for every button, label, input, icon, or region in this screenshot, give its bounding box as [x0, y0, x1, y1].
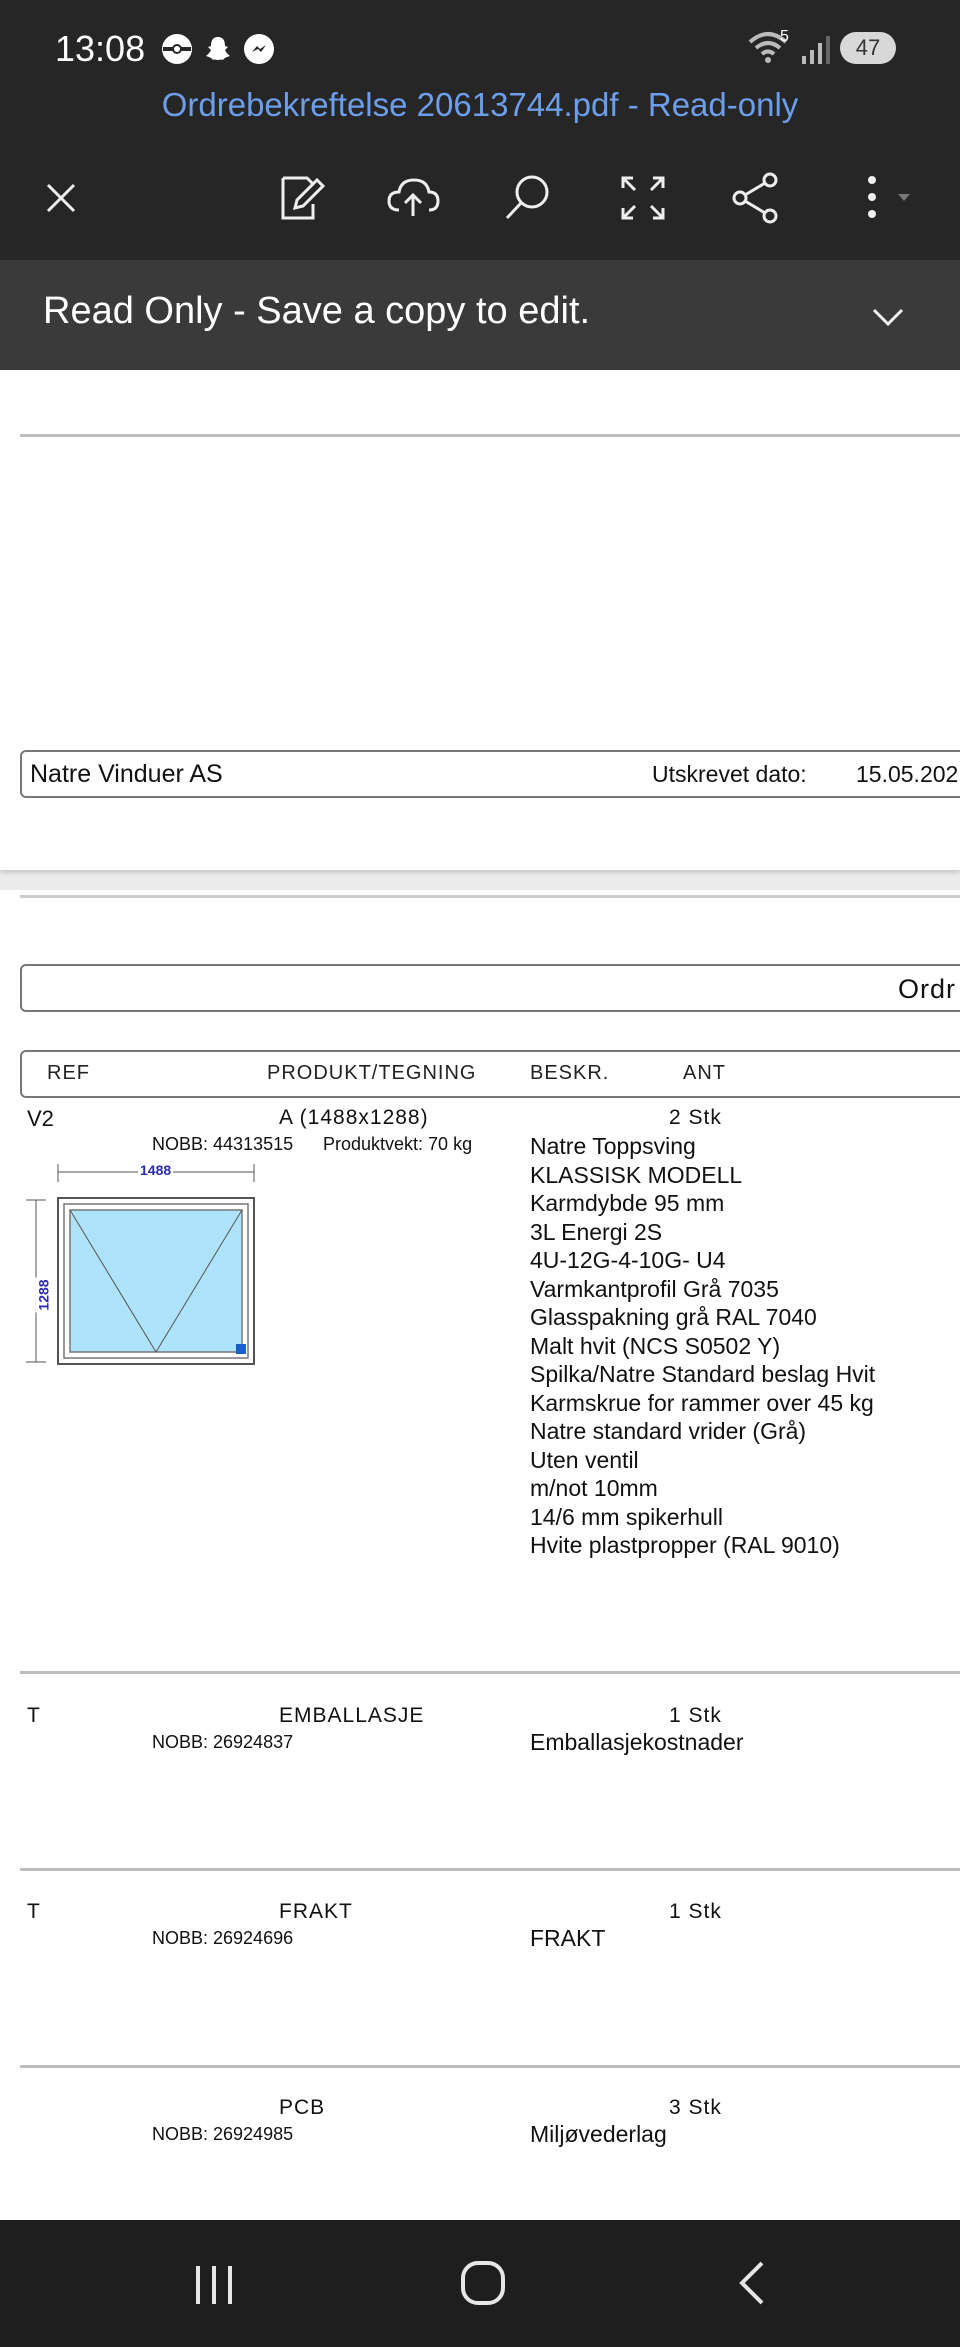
item-description: Miljøvederlag	[530, 2121, 667, 2147]
wifi-badge: 5	[780, 28, 789, 45]
chevron-down-icon[interactable]	[868, 298, 908, 339]
item-weight: Produktvekt: 70 kg	[323, 1134, 473, 1154]
header-product: PRODUKT/TEGNING	[267, 1062, 477, 1084]
item-quantity: 3 Stk	[669, 2096, 722, 2119]
item-nobb: NOBB: 26924837	[152, 1732, 294, 1752]
read-only-message: Read Only - Save a copy to edit.	[43, 290, 591, 332]
divider	[20, 2065, 960, 2068]
description-line: Natre standard vrider (Grå)	[530, 1418, 807, 1444]
item-product: A (1488x1288)	[279, 1106, 429, 1129]
item-quantity: 2 Stk	[669, 1106, 722, 1129]
divider	[20, 895, 960, 898]
description-line: KLASSISK MODELL	[530, 1161, 743, 1188]
description-line: Spilka/Natre Standard beslag Hvit	[530, 1361, 876, 1387]
description-line: Karmskrue for rammer over 45 kg	[530, 1389, 874, 1416]
description-line: Karmdybde 95 mm	[530, 1190, 725, 1216]
search-icon[interactable]	[500, 170, 556, 226]
signal-icon	[800, 34, 832, 71]
pokemon-go-icon	[162, 34, 192, 64]
company-header-box: Natre Vinduer AS Utskrevet dato: 15.05.2…	[20, 750, 960, 798]
item-product: FRAKT	[279, 1900, 353, 1923]
item-description: FRAKT	[530, 1925, 606, 1951]
home-icon[interactable]	[458, 2258, 508, 2313]
item-description: Emballasjekostnader	[530, 1729, 744, 1755]
item-nobb: NOBB: 26924985	[152, 2124, 294, 2144]
description-line: Glasspakning grå RAL 7040	[530, 1304, 817, 1330]
more-icon[interactable]	[848, 170, 928, 226]
description-line: Uten ventil	[530, 1446, 639, 1473]
item-ref: V2	[27, 1106, 54, 1131]
description-line: m/not 10mm	[530, 1475, 658, 1501]
description-line: Hvite plastpropper (RAL 9010)	[530, 1532, 840, 1558]
back-icon[interactable]	[728, 2258, 778, 2313]
status-time: 13:08	[55, 28, 146, 69]
item-quantity: 1 Stk	[669, 1704, 722, 1727]
description-line: Varmkantprofil Grå 7035	[530, 1275, 779, 1302]
item-product: PCB	[279, 2096, 326, 2119]
messenger-icon	[244, 34, 274, 64]
divider	[20, 1671, 960, 1674]
window-drawing	[22, 1158, 262, 1368]
divider	[20, 1868, 960, 1871]
recent-apps-icon[interactable]	[190, 2260, 240, 2315]
date-value: 15.05.202	[856, 761, 959, 787]
close-icon[interactable]	[33, 170, 89, 226]
header-description: BESKR.	[530, 1062, 610, 1084]
navigation-bar	[0, 2220, 960, 2347]
order-title-box: Ordr	[20, 964, 960, 1012]
description-line: Malt hvit (NCS S0502 Y)	[530, 1332, 781, 1359]
document-title: Ordrebekreftelse 20613744.pdf - Read-onl…	[161, 86, 799, 123]
fullscreen-icon[interactable]	[615, 170, 671, 226]
item-ref: T	[27, 1900, 40, 1923]
description-line: Natre Toppsving	[530, 1133, 696, 1159]
item-product: EMBALLASJE	[279, 1704, 425, 1727]
pdf-page-1: Natre Vinduer AS Utskrevet dato: 15.05.2…	[0, 370, 960, 870]
description-line: 14/6 mm spikerhull	[530, 1503, 724, 1530]
header-ref: REF	[47, 1062, 90, 1084]
share-icon[interactable]	[728, 170, 784, 226]
table-header: REF PRODUKT/TEGNING BESKR. ANT	[20, 1050, 960, 1098]
order-title: Ordr	[898, 974, 956, 1004]
description-line: 3L Energi 2S	[530, 1218, 663, 1245]
edit-icon[interactable]	[273, 170, 329, 226]
item-nobb: NOBB: 44313515	[152, 1134, 294, 1154]
item-quantity: 1 Stk	[669, 1900, 722, 1923]
description-line: 4U-12G-4-10G- U4	[530, 1247, 726, 1273]
drawing-width-label: 1488	[138, 1162, 174, 1178]
battery-indicator: 47	[840, 32, 896, 64]
header-quantity: ANT	[683, 1062, 726, 1084]
drawing-height-label: 1288	[35, 1277, 52, 1313]
cloud-upload-icon[interactable]	[385, 170, 441, 226]
pdf-page-2: Ordr REF PRODUKT/TEGNING BESKR. ANT V2 A…	[0, 890, 960, 2220]
snapchat-icon	[203, 34, 233, 64]
item-description: Natre Toppsving KLASSISK MODELL Karmdybd…	[530, 1132, 875, 1560]
divider	[20, 434, 960, 437]
company-name: Natre Vinduer AS	[30, 760, 223, 788]
item-nobb: NOBB: 26924696	[152, 1928, 294, 1948]
item-ref: T	[27, 1704, 40, 1727]
date-label: Utskrevet dato:	[652, 761, 807, 787]
